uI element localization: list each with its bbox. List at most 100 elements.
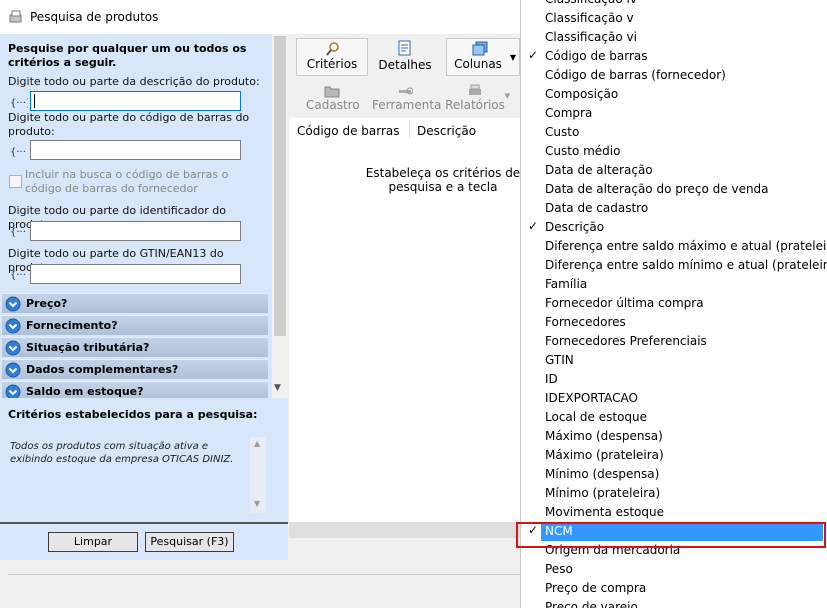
column-menu-item-label: Custo médio — [545, 144, 621, 158]
gtin-input[interactable] — [30, 264, 241, 284]
scrollbar-thumb[interactable] — [274, 36, 286, 336]
column-menu-item[interactable]: Fornecedores — [521, 313, 827, 332]
column-menu-item-label: Composição — [545, 87, 619, 101]
scroll-down-icon[interactable]: ▼ — [274, 383, 281, 393]
column-menu-item[interactable]: ID — [521, 370, 827, 389]
tool-button[interactable]: Ferramenta — [372, 82, 441, 114]
printer-icon — [469, 84, 481, 95]
results-horizontal-scrollbar[interactable] — [289, 522, 529, 538]
folder-icon — [324, 86, 340, 98]
tab-columns[interactable]: Colunas ▼ — [446, 38, 520, 76]
column-menu-item[interactable]: Local de estoque — [521, 408, 827, 427]
criteria-scrollbar[interactable]: ▼ — [272, 34, 288, 398]
chevron-down-icon — [5, 384, 21, 398]
column-menu-item[interactable]: Classificação v — [521, 9, 827, 28]
column-menu-item[interactable]: Classificação iv — [521, 0, 827, 9]
section-tax[interactable]: Situação tributária? — [2, 337, 268, 357]
svg-text:{···: {··· — [10, 270, 26, 281]
column-menu-item[interactable]: Preço de varejo — [521, 598, 827, 608]
column-menu-item[interactable]: Classificação vi — [521, 28, 827, 47]
column-menu-item-label: Classificação v — [545, 11, 634, 25]
clear-button[interactable]: Limpar — [48, 532, 138, 552]
column-menu-item[interactable]: Data de cadastro — [521, 199, 827, 218]
include-supplier-barcode-checkbox[interactable] — [9, 175, 22, 188]
column-menu-item[interactable]: Custo — [521, 123, 827, 142]
chevron-down-icon — [5, 362, 21, 378]
scroll-up-icon[interactable]: ▲ — [254, 439, 260, 448]
column-menu-item[interactable]: GTIN — [521, 351, 827, 370]
criteria-title: Critérios estabelecidos para a pesquisa: — [8, 408, 258, 421]
column-menu-item[interactable]: Data de alteração do preço de venda — [521, 180, 827, 199]
search-button[interactable]: Pesquisar (F3) — [145, 532, 234, 552]
column-menu-item[interactable]: Custo médio — [521, 142, 827, 161]
identifier-input[interactable] — [30, 221, 241, 241]
column-menu-item[interactable]: Código de barras (fornecedor) — [521, 66, 827, 85]
column-menu-item[interactable]: Movimenta estoque — [521, 503, 827, 522]
column-menu-item-label: Preço de compra — [545, 581, 647, 595]
section-price[interactable]: Preço? — [2, 293, 268, 313]
column-menu-item[interactable]: Mínimo (despensa) — [521, 465, 827, 484]
column-menu-item-label: Mínimo (prateleira) — [545, 486, 661, 500]
column-menu-item[interactable]: Fornecedores Preferenciais — [521, 332, 827, 351]
column-menu-item[interactable]: Data de alteração — [521, 161, 827, 180]
wrench-icon — [399, 87, 413, 95]
column-menu-item-label: Código de barras (fornecedor) — [545, 68, 726, 82]
search-field-icon: {··· — [10, 227, 26, 238]
column-menu-item-label: Mínimo (despensa) — [545, 467, 660, 481]
description-input[interactable] — [30, 91, 241, 111]
scroll-down-icon[interactable]: ▼ — [254, 499, 260, 508]
column-menu-item-label: IDEXPORTACAO — [545, 391, 638, 405]
column-menu-item[interactable]: Família — [521, 275, 827, 294]
search-field-icon: {··· — [10, 147, 26, 158]
column-menu-item-label: Fornecedor última compra — [545, 296, 704, 310]
column-menu-item-label: Data de cadastro — [545, 201, 649, 215]
search-field-icon: {···} — [10, 98, 28, 109]
reports-button[interactable]: Relatórios ▼ — [444, 82, 510, 114]
search-icon — [326, 42, 339, 56]
chevron-down-icon[interactable]: ▼ — [510, 53, 516, 62]
section-stock[interactable]: Saldo em estoque? — [2, 381, 268, 398]
barcode-label: Digite todo ou parte do código de barras… — [8, 111, 250, 138]
description-label: Digite todo ou parte da descrição do pro… — [8, 75, 260, 88]
column-menu-item-label: Diferença entre saldo máximo e atual (pr… — [545, 239, 827, 253]
divider — [8, 574, 528, 575]
column-menu-item[interactable]: Compra — [521, 104, 827, 123]
column-menu-item-label: Classificação iv — [545, 0, 637, 6]
column-header-barcode[interactable]: Código de barras — [297, 124, 400, 138]
column-menu-item[interactable]: Preço de compra — [521, 579, 827, 598]
results-grid[interactable]: Código de barras Descrição Estabeleça os… — [289, 118, 529, 538]
column-header-description[interactable]: Descrição — [417, 124, 476, 138]
criteria-form: Pesquise por qualquer um ou todos os cri… — [0, 34, 272, 398]
tab-criteria[interactable]: Critérios — [296, 38, 368, 76]
include-supplier-barcode-label: Incluir na busca o código de barras o có… — [25, 168, 229, 195]
chevron-down-icon — [5, 318, 21, 334]
column-menu-item[interactable]: IDEXPORTACAO — [521, 389, 827, 408]
app-icon — [9, 10, 22, 23]
svg-text:{···}: {···} — [10, 98, 28, 109]
column-menu-item[interactable]: Diferença entre saldo mínimo e atual (pr… — [521, 256, 827, 275]
column-menu-item[interactable]: Fornecedor última compra — [521, 294, 827, 313]
column-menu-item[interactable]: Diferença entre saldo máximo e atual (pr… — [521, 237, 827, 256]
criteria-summary: Todos os produtos com situação ativa e e… — [8, 437, 266, 513]
tab-details[interactable]: Detalhes — [370, 38, 440, 76]
chevron-down-icon[interactable]: ▼ — [505, 92, 510, 100]
barcode-input[interactable] — [30, 140, 241, 160]
column-menu-item[interactable]: ✓ Código de barras — [521, 47, 827, 66]
highlight-annotation — [516, 522, 826, 548]
column-menu-item[interactable]: Composição — [521, 85, 827, 104]
column-separator — [409, 120, 410, 138]
column-menu-item[interactable]: Máximo (prateleira) — [521, 446, 827, 465]
criteria-summary-scrollbar[interactable]: ▲ ▼ — [250, 437, 266, 513]
column-menu-item-label: Fornecedores — [545, 315, 626, 329]
column-menu-item[interactable]: Mínimo (prateleira) — [521, 484, 827, 503]
register-button[interactable]: Cadastro — [306, 82, 360, 114]
column-menu-item[interactable]: Peso — [521, 560, 827, 579]
column-menu-item-label: Local de estoque — [545, 410, 648, 424]
check-icon: ✓ — [528, 219, 539, 233]
column-menu-item[interactable]: Máximo (despensa) — [521, 427, 827, 446]
column-menu-item[interactable]: ✓ Descrição — [521, 218, 827, 237]
column-menu-item-label: Diferença entre saldo mínimo e atual (pr… — [545, 258, 827, 272]
section-supply[interactable]: Fornecimento? — [2, 315, 268, 335]
section-extra-data[interactable]: Dados complementares? — [2, 359, 268, 379]
column-menu-item-label: Máximo (despensa) — [545, 429, 663, 443]
